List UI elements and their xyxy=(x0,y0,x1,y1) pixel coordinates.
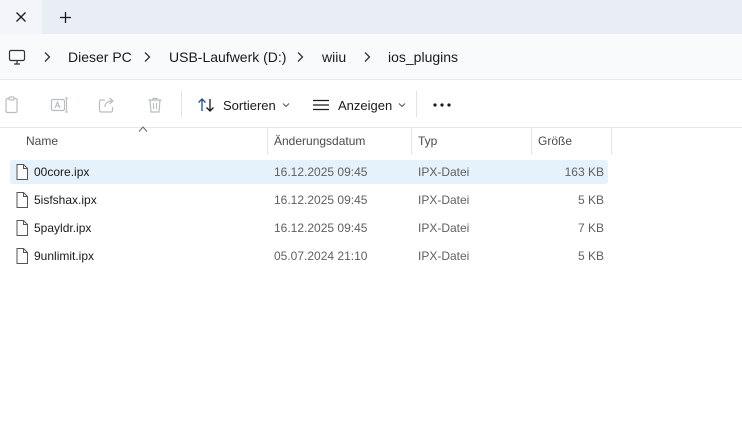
view-button[interactable]: Anzeigen xyxy=(312,93,406,117)
tab-strip xyxy=(0,0,742,34)
file-modified: 16.12.2025 09:45 xyxy=(274,165,368,179)
table-row[interactable]: 5payldr.ipx 16.12.2025 09:45 IPX-Datei 7… xyxy=(10,216,608,240)
computer-icon[interactable] xyxy=(8,48,26,66)
file-icon xyxy=(16,220,28,236)
breadcrumb-item-this-pc[interactable]: Dieser PC xyxy=(68,48,132,66)
column-headers: Name Änderungsdatum Typ Größe xyxy=(0,126,742,154)
sort-icon xyxy=(198,98,214,112)
file-size: 5 KB xyxy=(577,193,604,207)
chevron-right-icon[interactable] xyxy=(295,51,305,63)
close-icon xyxy=(16,12,26,22)
sort-button-label: Sortieren xyxy=(223,97,276,113)
share-icon[interactable] xyxy=(97,95,117,115)
file-name: 5isfshax.ipx xyxy=(34,193,97,207)
chevron-down-icon xyxy=(398,103,406,108)
command-bar: Sortieren Anzeigen xyxy=(0,81,742,128)
chevron-down-icon xyxy=(282,103,290,108)
file-icon xyxy=(16,248,28,264)
toolbar-divider xyxy=(416,91,417,117)
column-header-name[interactable]: Name xyxy=(20,128,266,154)
column-header-type[interactable]: Typ xyxy=(412,128,530,154)
paste-icon[interactable] xyxy=(2,95,22,115)
table-row[interactable]: 00core.ipx 16.12.2025 09:45 IPX-Datei 16… xyxy=(10,160,608,184)
file-type: IPX-Datei xyxy=(418,193,470,207)
delete-icon[interactable] xyxy=(145,95,165,115)
rename-icon[interactable] xyxy=(49,95,69,115)
file-modified: 16.12.2025 09:45 xyxy=(274,193,368,207)
file-icon xyxy=(16,164,28,180)
file-size: 7 KB xyxy=(577,221,604,235)
chevron-right-icon[interactable] xyxy=(142,51,152,63)
plus-icon xyxy=(59,11,71,23)
file-type: IPX-Datei xyxy=(418,165,470,179)
column-header-modified[interactable]: Änderungsdatum xyxy=(268,128,410,154)
column-resize-handle[interactable] xyxy=(611,128,612,154)
more-options-button[interactable] xyxy=(431,95,453,115)
chevron-right-icon[interactable] xyxy=(362,51,372,63)
breadcrumb-item-usb-drive[interactable]: USB-Laufwerk (D:) xyxy=(169,48,286,66)
file-name: 00core.ipx xyxy=(34,165,90,179)
file-size: 5 KB xyxy=(577,249,604,263)
file-type: IPX-Datei xyxy=(418,249,470,263)
file-name: 9unlimit.ipx xyxy=(34,249,95,263)
table-row[interactable]: 9unlimit.ipx 05.07.2024 21:10 IPX-Datei … xyxy=(10,244,608,268)
column-header-size[interactable]: Größe xyxy=(532,128,610,154)
close-tab-button[interactable] xyxy=(8,4,34,30)
file-modified: 16.12.2025 09:45 xyxy=(274,221,368,235)
file-name: 5payldr.ipx xyxy=(34,221,92,235)
file-modified: 05.07.2024 21:10 xyxy=(274,249,368,263)
breadcrumb-item-ios-plugins[interactable]: ios_plugins xyxy=(388,48,458,66)
breadcrumb-item-wiiu[interactable]: wiiu xyxy=(322,48,346,66)
chevron-right-icon[interactable] xyxy=(42,51,52,63)
file-icon xyxy=(16,192,28,208)
active-tab[interactable] xyxy=(0,0,42,34)
sort-button[interactable]: Sortieren xyxy=(197,93,290,117)
view-button-label: Anzeigen xyxy=(338,97,393,113)
address-bar[interactable]: Dieser PC USB-Laufwerk (D:) wiiu ios_plu… xyxy=(0,34,742,80)
more-icon xyxy=(433,103,451,107)
new-tab-button[interactable] xyxy=(52,4,78,30)
file-type: IPX-Datei xyxy=(418,221,470,235)
file-size: 163 KB xyxy=(564,165,604,179)
view-list-icon xyxy=(313,99,329,111)
toolbar-divider xyxy=(181,91,182,117)
table-row[interactable]: 5isfshax.ipx 16.12.2025 09:45 IPX-Datei … xyxy=(10,188,608,212)
